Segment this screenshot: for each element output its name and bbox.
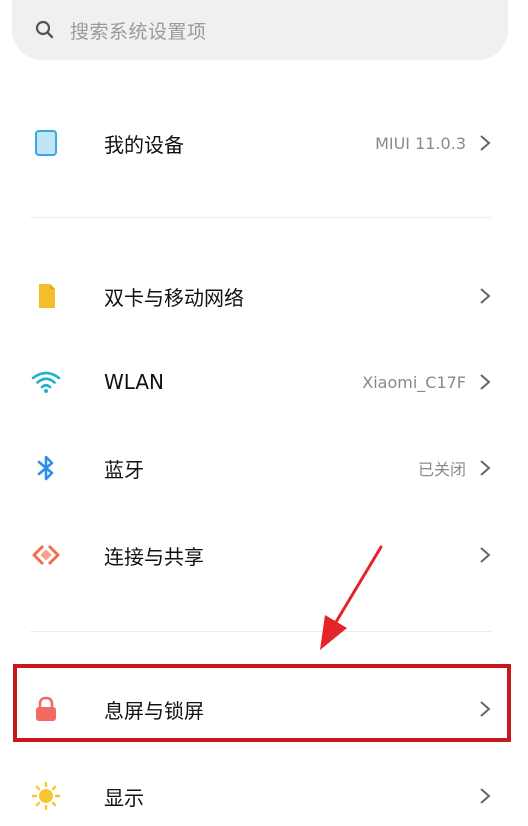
chevron-right-icon <box>478 133 492 153</box>
settings-item-label: 蓝牙 <box>104 457 144 482</box>
settings-item-value: 已关闭 <box>417 460 466 479</box>
divider <box>30 631 492 632</box>
wifi-icon <box>30 366 62 398</box>
highlight-box <box>13 664 511 742</box>
divider <box>30 217 492 218</box>
settings-item-wlan[interactable]: WLAN Xiaomi_C17F <box>0 352 528 412</box>
search-bar[interactable]: 搜索系统设置项 <box>12 0 508 60</box>
chevron-right-icon <box>478 286 492 306</box>
bluetooth-icon <box>30 452 62 484</box>
settings-item-my-device[interactable]: 我的设备 MIUI 11.0.3 <box>0 113 528 173</box>
sim-card-icon <box>30 280 62 312</box>
settings-item-label: 双卡与移动网络 <box>104 285 244 310</box>
settings-item-label: 连接与共享 <box>104 544 204 569</box>
settings-item-bluetooth[interactable]: 蓝牙 已关闭 <box>0 438 528 498</box>
chevron-right-icon <box>478 458 492 478</box>
settings-item-label: 显示 <box>104 785 144 810</box>
search-placeholder: 搜索系统设置项 <box>70 20 207 43</box>
settings-item-connection-sharing[interactable]: 连接与共享 <box>0 525 528 585</box>
phone-icon <box>30 127 62 159</box>
chevron-right-icon <box>478 545 492 565</box>
chevron-right-icon <box>478 786 492 806</box>
share-icon <box>30 539 62 571</box>
search-icon <box>34 19 56 41</box>
sun-icon <box>30 780 62 812</box>
settings-item-label: 我的设备 <box>104 132 184 157</box>
settings-item-display[interactable]: 显示 <box>0 766 528 826</box>
chevron-right-icon <box>478 372 492 392</box>
settings-item-value: MIUI 11.0.3 <box>375 133 466 153</box>
settings-item-label: WLAN <box>104 370 165 394</box>
settings-item-value: Xiaomi_C17F <box>362 372 466 392</box>
settings-item-dual-sim[interactable]: 双卡与移动网络 <box>0 266 528 326</box>
